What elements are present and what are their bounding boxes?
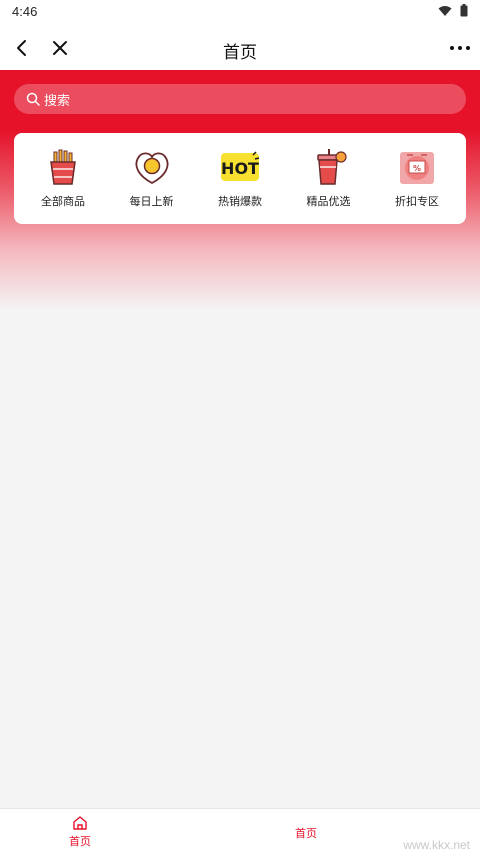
discount-icon: % [400, 152, 434, 184]
status-bar: 4:46 [0, 0, 480, 24]
svg-text:HOT: HOT [221, 159, 259, 178]
category-card: 全部商品 每日上新 HOT 热销爆款 精品优选 % 折扣专区 [14, 133, 466, 224]
tab-label: 首页 [69, 836, 91, 848]
category-label: 精品优选 [306, 196, 351, 208]
nav-bar: 首页 [0, 24, 480, 70]
status-icons [438, 4, 468, 17]
search-bar[interactable]: 搜索 [14, 84, 466, 114]
battery-icon [460, 4, 468, 17]
more-icon[interactable] [448, 36, 472, 60]
watermark: www.kkx.net [403, 838, 470, 852]
search-icon [26, 92, 40, 106]
hot-icon: HOT [221, 151, 260, 181]
category-all-products[interactable]: 全部商品 [24, 147, 102, 224]
search-placeholder: 搜索 [44, 92, 71, 108]
tab-home-2[interactable]: 首页 [226, 809, 386, 854]
category-discount[interactable]: % 折扣专区 [378, 147, 456, 224]
bottom-tab-bar: 首页 首页 www.kkx.net [0, 808, 480, 854]
category-label: 热销爆款 [218, 196, 262, 208]
svg-text:%: % [413, 164, 421, 173]
drink-icon [316, 149, 347, 185]
fries-icon [50, 149, 76, 185]
tab-home[interactable]: 首页 [0, 809, 160, 854]
category-daily-new[interactable]: 每日上新 [113, 147, 191, 224]
category-hot-sellers[interactable]: HOT 热销爆款 [201, 147, 279, 224]
page-title: 首页 [223, 43, 257, 62]
category-label: 每日上新 [129, 196, 174, 208]
tab-label: 首页 [295, 828, 317, 840]
category-premium[interactable]: 精品优选 [290, 147, 368, 224]
category-label: 全部商品 [41, 196, 85, 208]
category-label: 折扣专区 [395, 196, 439, 208]
home-icon [73, 816, 87, 830]
wifi-icon [438, 5, 452, 16]
status-time: 4:46 [12, 4, 38, 19]
egg-icon [134, 152, 169, 185]
